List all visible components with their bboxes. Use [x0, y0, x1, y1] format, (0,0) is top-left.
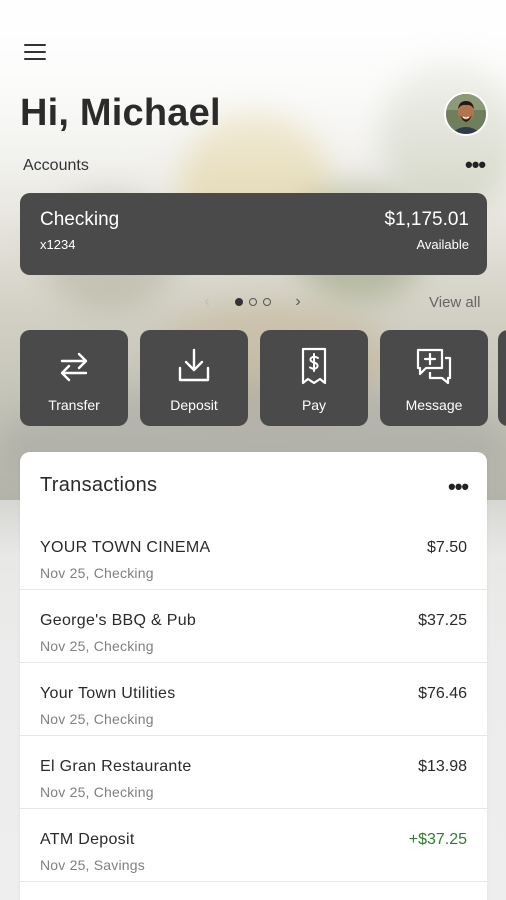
pager-dot[interactable] [262, 298, 271, 306]
pay-label: Pay [301, 397, 327, 413]
transaction-meta: Nov 25, Checking [40, 784, 154, 800]
account-name: Checking [40, 209, 120, 230]
deposit-icon [178, 348, 210, 382]
transaction-row[interactable]: Your Town Utilities Nov 25, Checking $76… [20, 663, 487, 736]
pay-icon [301, 347, 327, 385]
transaction-row[interactable]: ATM Deposit Nov 25, Savings +$37.25 [20, 809, 487, 882]
transaction-merchant: Your Town Utilities [40, 685, 176, 702]
more-options-icon: ••• [448, 474, 469, 499]
transaction-amount: $37.25 [418, 612, 467, 629]
avatar[interactable] [444, 92, 488, 136]
accounts-label: Accounts [23, 157, 89, 174]
message-icon [416, 348, 452, 385]
message-label: Message [405, 397, 463, 413]
accounts-more-button[interactable]: ••• [465, 154, 486, 176]
transaction-merchant: YOUR TOWN CINEMA [40, 539, 211, 556]
view-all-link[interactable]: View all [429, 294, 480, 311]
transaction-amount: $13.98 [418, 758, 467, 775]
transaction-merchant: George's BBQ & Pub [40, 612, 197, 629]
transaction-merchant: ATM Deposit [40, 831, 135, 848]
account-pager: ‹ › [200, 292, 305, 312]
pager-prev-icon[interactable]: ‹ [200, 293, 214, 311]
transfer-label: Transfer [48, 397, 100, 413]
more-options-icon: ••• [465, 152, 486, 177]
transaction-meta: Nov 25, Checking [40, 711, 154, 727]
more-actions-button[interactable] [498, 330, 506, 426]
pager-dot[interactable] [234, 298, 243, 306]
transactions-more-button[interactable]: ••• [448, 476, 469, 498]
pager-dots [234, 298, 271, 306]
account-balance: $1,175.01 [384, 209, 469, 230]
transaction-merchant: El Gran Restaurante [40, 758, 192, 775]
transaction-meta: Nov 25, Checking [40, 565, 154, 581]
transfer-button[interactable]: Transfer [20, 330, 128, 426]
menu-button[interactable] [24, 44, 46, 62]
transaction-row[interactable]: George's BBQ & Pub Nov 25, Checking $37.… [20, 590, 487, 663]
transactions-title: Transactions [40, 474, 158, 496]
pager-dot[interactable] [248, 298, 257, 306]
transaction-meta: Nov 25, Savings [40, 857, 145, 873]
transaction-meta: Nov 25, Checking [40, 638, 154, 654]
transaction-amount: +$37.25 [408, 831, 467, 848]
account-card-checking[interactable]: Checking x1234 $1,175.01 Available [20, 193, 487, 275]
transactions-panel: Transactions ••• YOUR TOWN CINEMA Nov 25… [20, 452, 487, 900]
transaction-row[interactable]: El Gran Restaurante Nov 25, Checking $13… [20, 736, 487, 809]
transaction-amount: $7.50 [426, 539, 467, 556]
message-button[interactable]: Message [380, 330, 488, 426]
user-avatar-icon [446, 94, 486, 134]
transaction-amount: $76.46 [418, 685, 467, 702]
pager-next-icon[interactable]: › [291, 293, 305, 311]
transaction-row[interactable]: YOUR TOWN CINEMA Nov 25, Checking $7.50 [20, 517, 487, 590]
transfer-icon [60, 352, 88, 382]
account-number: x1234 [40, 237, 76, 252]
deposit-button[interactable]: Deposit [140, 330, 248, 426]
greeting-title: Hi, Michael [20, 92, 221, 134]
deposit-label: Deposit [170, 397, 218, 413]
pay-button[interactable]: Pay [260, 330, 368, 426]
account-balance-label: Available [416, 237, 469, 252]
